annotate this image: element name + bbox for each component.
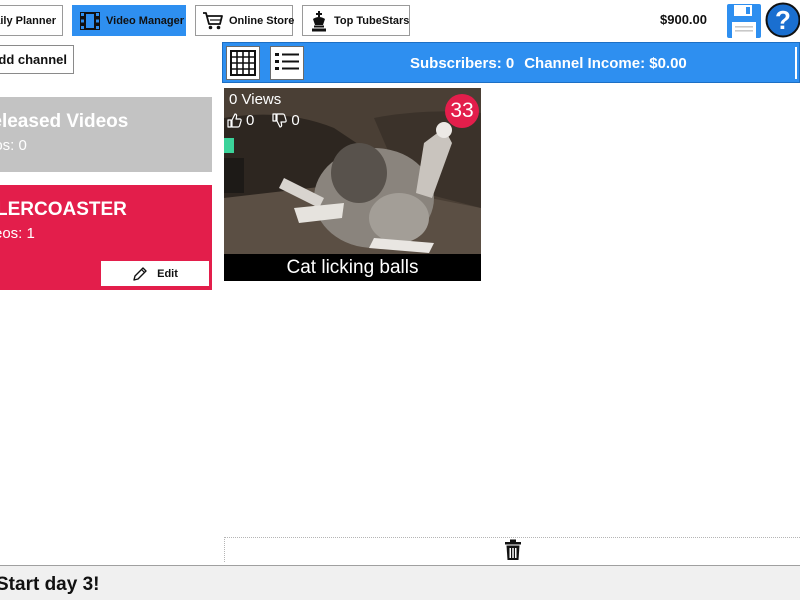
online-store-button[interactable]: Online Store: [195, 5, 295, 36]
daily-planner-label: aily Planner: [0, 14, 56, 27]
grid-view-button[interactable]: [226, 46, 260, 80]
save-button[interactable]: [726, 3, 762, 39]
channel-stats-bar: Subscribers: 0 Channel Income: $0.00: [222, 42, 800, 83]
pencil-icon: [133, 266, 147, 281]
floppy-disk-icon: [727, 4, 761, 38]
list-view-button[interactable]: [270, 46, 304, 80]
top-tubestars-button[interactable]: Top TubeStars: [302, 5, 410, 36]
video-manager-label: Video Manager: [106, 14, 185, 27]
shopping-cart-icon: [203, 11, 223, 29]
video-rating: 0 0: [227, 112, 300, 129]
channel-stats: Subscribers: 0 Channel Income: $0.00: [410, 55, 687, 72]
grid-view-icon: [230, 50, 256, 76]
channel-name: LERCOASTER: [0, 199, 127, 220]
king-chess-icon: [312, 10, 326, 31]
channel-income: Channel Income: $0.00: [524, 55, 687, 72]
channel-video-count: eos: 0: [0, 137, 27, 154]
dislikes-count: 0: [291, 112, 300, 129]
money-display: $900.00: [660, 12, 707, 27]
video-manager-button[interactable]: Video Manager: [72, 5, 186, 36]
svg-text:?: ?: [775, 5, 791, 35]
start-day-button[interactable]: Start day 3!: [0, 565, 800, 600]
online-store-label: Online Store: [229, 14, 295, 27]
top-tubestars-label: Top TubeStars: [334, 14, 410, 27]
help-button[interactable]: ?: [765, 2, 800, 38]
video-badge: 33: [445, 94, 479, 128]
thumbs-down-icon: [272, 113, 288, 128]
video-views: 0 Views: [229, 91, 282, 108]
edit-label: Edit: [157, 267, 178, 280]
start-day-label: Start day 3!: [0, 574, 100, 595]
question-mark-icon: ?: [765, 2, 800, 38]
likes-count: 0: [246, 112, 255, 129]
trash-icon: [504, 539, 521, 560]
daily-planner-button[interactable]: aily Planner: [0, 5, 63, 36]
bar-divider: [795, 47, 797, 79]
video-tile[interactable]: 0 Views 0 0 33 Cat licking balls: [224, 88, 481, 281]
channel-card-rollercoaster[interactable]: LERCOASTER eos: 1 Edit: [0, 185, 212, 290]
add-channel-label: dd channel: [0, 52, 67, 67]
list-view-icon: [275, 53, 299, 70]
video-title: Cat licking balls: [224, 254, 481, 281]
film-icon: [80, 11, 100, 30]
subscribers-count: Subscribers: 0: [410, 55, 515, 72]
add-channel-button[interactable]: dd channel: [0, 45, 74, 74]
channel-video-count: eos: 1: [0, 225, 35, 242]
trash-drop-zone[interactable]: [224, 537, 800, 562]
channel-card-unreleased[interactable]: released Videos eos: 0: [0, 97, 212, 172]
thumbs-up-icon: [227, 113, 242, 128]
channel-name: released Videos: [0, 111, 129, 132]
edit-channel-button[interactable]: Edit: [101, 261, 209, 286]
